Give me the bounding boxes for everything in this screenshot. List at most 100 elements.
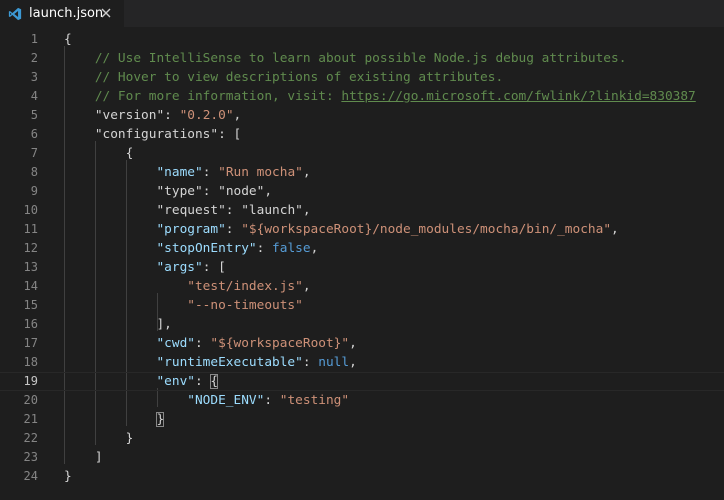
line-number: 15 [23,298,38,312]
code-line[interactable]: 18 "runtimeExecutable": null, [0,353,724,372]
code-token: "0.2.0" [179,108,234,123]
code-text: "configurations": [ [64,125,241,144]
tab-launch-json[interactable]: launch.json [0,0,124,27]
code-token: null [318,355,350,370]
code-text: "test/index.js", [64,277,311,296]
code-text: "NODE_ENV": "testing" [64,391,349,410]
code-token: : [225,203,242,218]
code-token: "cwd" [64,336,195,351]
code-text: { [64,30,72,49]
code-text: "--no-timeouts" [64,296,303,315]
line-number: 7 [30,146,38,160]
code-token: , [264,184,273,199]
editor-tab-bar: launch.json [0,0,724,27]
code-token: "node" [218,184,265,199]
line-number: 14 [23,279,38,293]
code-text: } [64,429,134,448]
code-text: ] [64,448,103,467]
code-text: // Use IntelliSense to learn about possi… [64,49,627,68]
code-token: : [202,184,219,199]
line-number: 18 [23,355,38,369]
code-line[interactable]: 17 "cwd": "${workspaceRoot}", [0,334,724,353]
code-text: // Hover to view descriptions of existin… [64,68,503,87]
line-number: 10 [23,203,38,217]
code-line[interactable]: 2 // Use IntelliSense to learn about pos… [0,49,724,68]
code-line[interactable]: 8 "name": "Run mocha", [0,163,724,182]
code-line[interactable]: 11 "program": "${workspaceRoot}/node_mod… [0,220,724,239]
line-number: 19 [23,374,38,388]
code-token: : [ [202,260,226,275]
code-token: , [611,222,619,237]
code-token: ] [64,450,103,465]
code-text: "stopOnEntry": false, [64,239,318,258]
code-text: "version": "0.2.0", [64,106,241,125]
vscode-window: launch.json 1{2 // Use IntelliSense to l… [0,0,724,500]
code-token: : [ [218,127,242,142]
code-line[interactable]: 16 ], [0,315,724,334]
code-token: // Hover to view descriptions of existin… [64,70,504,85]
code-line[interactable]: 14 "test/index.js", [0,277,724,296]
line-number: 8 [30,165,38,179]
code-token: // Use IntelliSense to learn about possi… [64,51,627,66]
code-line[interactable]: 10 "request": "launch", [0,201,724,220]
code-line[interactable]: 1{ [0,30,724,49]
code-token: : [202,165,219,180]
line-number: 17 [23,336,38,350]
line-number: 11 [23,222,38,236]
code-token: "launch" [241,203,303,218]
code-line[interactable]: 5 "version": "0.2.0", [0,106,724,125]
code-line[interactable]: 15 "--no-timeouts" [0,296,724,315]
line-number: 6 [30,127,38,141]
code-line[interactable]: 24} [0,467,724,486]
code-token: false [272,241,311,256]
line-number: 23 [23,450,38,464]
code-token: "configurations" [64,127,219,142]
code-line[interactable]: 7 { [0,144,724,163]
code-token: , [302,203,311,218]
code-token: , [349,336,357,351]
line-number: 13 [23,260,38,274]
code-token: "NODE_ENV" [64,393,265,408]
tab-label: launch.json [29,6,104,21]
code-line[interactable]: 22 } [0,429,724,448]
code-token: "${workspaceRoot}/node_modules/mocha/bin… [241,222,612,237]
code-token: "request" [64,203,226,218]
link-text[interactable]: https://go.microsoft.com/fwlink/?linkid=… [341,89,695,104]
code-token: , [310,241,319,256]
code-line[interactable]: 20 "NODE_ENV": "testing" [0,391,724,410]
code-token: : [264,393,280,408]
code-token: "program" [64,222,226,237]
code-text: ], [64,315,172,334]
code-token: , [302,165,311,180]
code-line[interactable]: 4 // For more information, visit: https:… [0,87,724,106]
code-token: "stopOnEntry" [64,241,257,256]
line-number: 5 [30,108,38,122]
code-token: "args" [64,260,203,275]
code-line[interactable]: 19 "env": { [0,372,724,391]
code-line[interactable]: 6 "configurations": [ [0,125,724,144]
code-token: "name" [64,165,203,180]
code-line[interactable]: 9 "type": "node", [0,182,724,201]
code-token: : [194,374,211,389]
close-icon[interactable] [100,7,112,19]
code-token: "${workspaceRoot}" [210,336,350,351]
code-line[interactable]: 23 ] [0,448,724,467]
code-line[interactable]: 21 } [0,410,724,429]
line-number: 21 [23,412,38,426]
code-token: , [302,279,311,294]
code-token: : [256,241,273,256]
code-line[interactable]: 12 "stopOnEntry": false, [0,239,724,258]
code-token: } [64,431,134,446]
code-text: "runtimeExecutable": null, [64,353,356,372]
code-line[interactable]: 3 // Hover to view descriptions of exist… [0,68,724,87]
line-number: 1 [30,32,38,46]
line-number: 4 [30,89,38,103]
code-text: "args": [ [64,258,226,277]
code-line[interactable]: 13 "args": [ [0,258,724,277]
code-editor[interactable]: 1{2 // Use IntelliSense to learn about p… [0,27,724,500]
line-number: 22 [23,431,38,445]
line-number: 9 [30,184,38,198]
code-token: : [164,108,180,123]
code-token: ], [64,317,172,332]
